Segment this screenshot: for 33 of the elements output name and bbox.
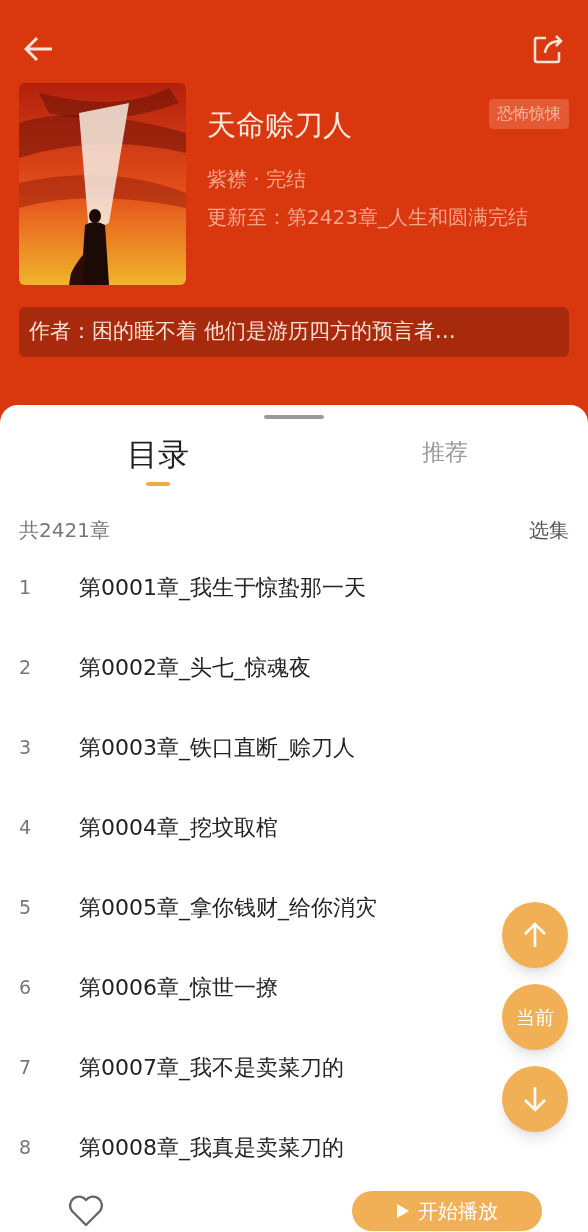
chapter-number: 1 [19, 574, 33, 600]
chapter-number: 2 [19, 654, 33, 680]
chapter-title: 第0002章_头七_惊魂夜 [79, 653, 311, 683]
intro-text[interactable]: 作者：困的睡不着 他们是游历四方的预言者… [19, 307, 569, 357]
chapter-count: 共2421章 [19, 517, 110, 544]
chapter-title: 第0008章_我真是卖菜刀的 [79, 1133, 344, 1163]
chapter-number: 7 [19, 1054, 33, 1080]
chapter-title: 第0006章_惊世一撩 [79, 973, 278, 1003]
tab[interactable]: 目录 [126, 431, 189, 478]
arrow-down-icon [523, 1086, 547, 1112]
select-episodes-button[interactable]: 选集 [529, 515, 569, 545]
chapter-title: 第0003章_铁口直断_赊刀人 [79, 733, 355, 763]
chapter-number: 3 [19, 734, 33, 760]
share-icon[interactable] [532, 34, 564, 64]
chapter-number: 4 [19, 814, 33, 840]
chapter-title: 第0001章_我生于惊蛰那一天 [79, 573, 366, 603]
chapter-title: 第0007章_我不是卖菜刀的 [79, 1053, 344, 1083]
arrow-up-icon [523, 922, 547, 948]
chapter-number: 5 [19, 894, 33, 920]
chapter-title: 第0005章_拿你钱财_给你消灾 [79, 893, 377, 923]
chapter-number: 8 [19, 1134, 33, 1160]
tab-indicator [145, 481, 170, 486]
back-icon[interactable] [24, 36, 54, 62]
update-info: 更新至：第2423章_人生和圆满完结 [207, 204, 529, 231]
heart-icon[interactable] [68, 1195, 104, 1227]
chapter-title: 第0004章_挖坟取棺 [79, 813, 278, 843]
drag-handle[interactable] [264, 415, 324, 419]
tab[interactable]: 推荐 [421, 435, 468, 470]
genre-tag: 恐怖惊悚 [489, 99, 569, 129]
play-icon [396, 1203, 410, 1219]
chapter-number: 6 [19, 974, 33, 1000]
author-status: 紫襟 · 完结 [207, 166, 308, 193]
book-title: 天命赊刀人 [207, 111, 352, 140]
